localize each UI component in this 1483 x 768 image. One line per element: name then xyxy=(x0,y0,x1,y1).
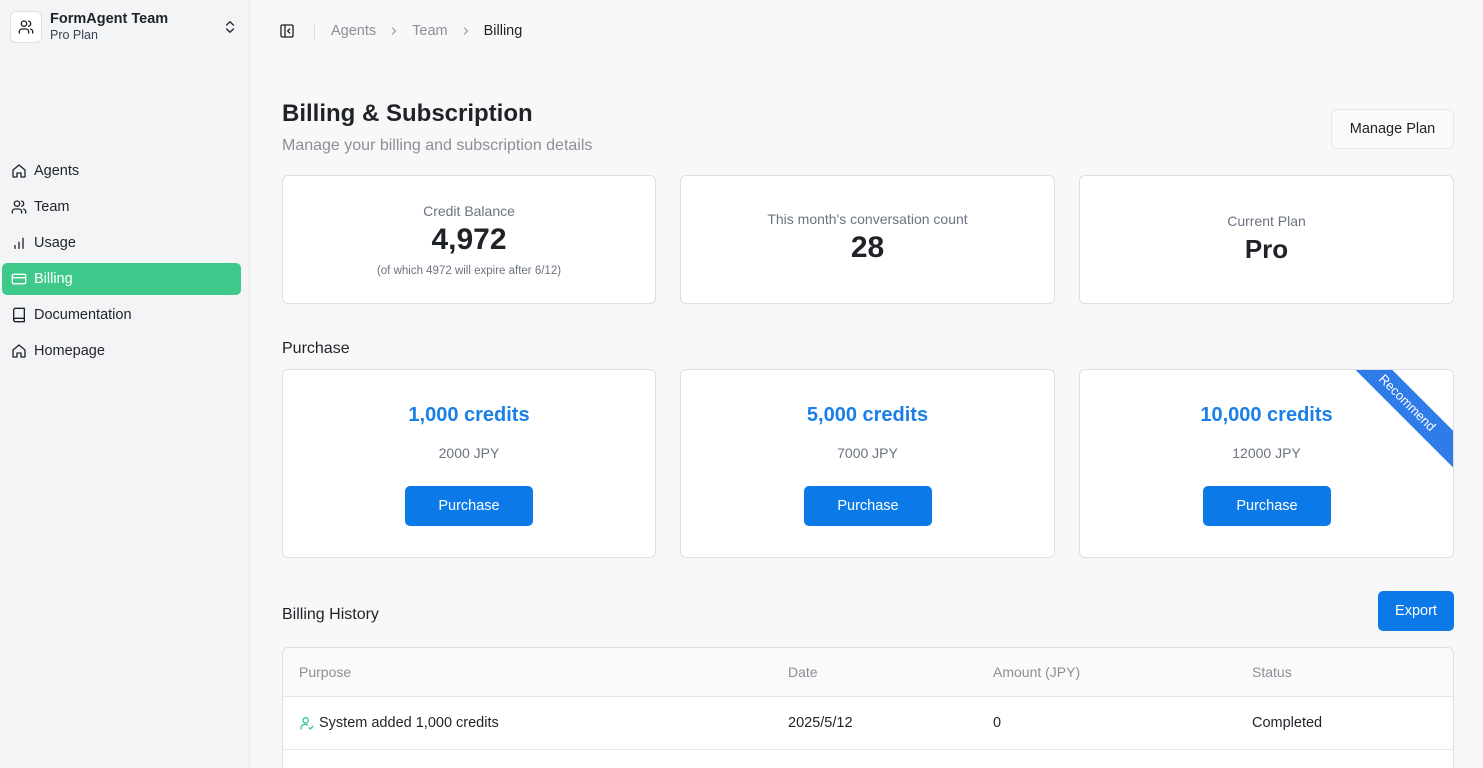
conversation-count-label: This month's conversation count xyxy=(767,211,968,227)
sidebar-item-homepage[interactable]: Homepage xyxy=(2,335,241,367)
package-credits: 1,000 credits xyxy=(408,404,530,426)
sidebar-item-label: Team xyxy=(34,199,70,215)
current-plan-label: Current Plan xyxy=(1227,213,1306,229)
sidebar-item-label: Documentation xyxy=(34,307,132,323)
package-card: 5,000 credits 7000 JPY Purchase xyxy=(680,369,1055,558)
sidebar-item-agents[interactable]: Agents xyxy=(2,155,241,187)
package-credits: 10,000 credits xyxy=(1200,404,1333,426)
package-card: 1,000 credits 2000 JPY Purchase xyxy=(282,369,656,558)
sidebar-item-usage[interactable]: Usage xyxy=(2,227,241,259)
column-header-status: Status xyxy=(1252,664,1292,680)
package-card: Recommend 10,000 credits 12000 JPY Purch… xyxy=(1079,369,1454,558)
breadcrumb-team[interactable]: Team xyxy=(412,23,447,39)
sidebar-item-label: Usage xyxy=(34,235,76,251)
sidebar-item-documentation[interactable]: Documentation xyxy=(2,299,241,331)
package-price: 12000 JPY xyxy=(1232,445,1301,461)
home-icon xyxy=(12,164,26,178)
conversation-count-card: This month's conversation count 28 xyxy=(680,175,1055,304)
bar-chart-icon xyxy=(14,237,24,249)
package-credits: 5,000 credits xyxy=(806,404,929,426)
billing-history-title: Billing History xyxy=(282,606,379,623)
purpose-text: System added 1,000 credits xyxy=(319,715,499,731)
topbar: Agents Team Billing xyxy=(250,0,1483,62)
column-header-date: Date xyxy=(788,664,818,680)
book-icon xyxy=(13,307,25,323)
breadcrumb-billing: Billing xyxy=(483,23,523,39)
purchase-section-title: Purchase xyxy=(282,340,350,357)
current-plan-value: Pro xyxy=(1244,234,1289,264)
cell-status: Completed xyxy=(1252,715,1323,731)
sidebar-item-label: Billing xyxy=(34,271,73,287)
current-plan-card: Current Plan Pro xyxy=(1079,175,1454,304)
cell-purpose: System added 1,000 credits xyxy=(299,715,499,731)
team-plan: Pro Plan xyxy=(50,28,98,43)
sidebar: FormAgent Team Pro Plan Agents Team Usag… xyxy=(0,0,250,768)
credit-balance-value: 4,972 xyxy=(431,223,507,256)
sidebar-item-label: Homepage xyxy=(34,343,105,359)
sidebar-item-billing[interactable]: Billing xyxy=(2,263,241,295)
page-title: Billing & Subscription xyxy=(282,100,533,127)
team-name: FormAgent Team xyxy=(50,10,169,27)
sidebar-toggle-icon[interactable] xyxy=(278,22,296,40)
users-icon xyxy=(11,200,27,214)
conversation-count-value: 28 xyxy=(850,231,885,264)
page-subtitle: Manage your billing and subscription det… xyxy=(282,137,593,154)
package-price: 2000 JPY xyxy=(438,445,500,461)
purchase-button[interactable]: Purchase xyxy=(804,486,932,526)
credit-card-icon xyxy=(11,273,27,285)
manage-plan-button[interactable]: Manage Plan xyxy=(1331,109,1454,149)
divider xyxy=(314,23,315,39)
sidebar-item-team[interactable]: Team xyxy=(2,191,241,223)
export-button[interactable]: Export xyxy=(1378,591,1454,631)
credit-balance-label: Credit Balance xyxy=(423,203,515,219)
cell-date: 2025/5/12 xyxy=(788,715,853,731)
chevron-right-icon xyxy=(460,25,472,37)
billing-history-table: Purpose Date Amount (JPY) Status System … xyxy=(282,647,1454,768)
sidebar-item-label: Agents xyxy=(34,163,80,179)
package-price: 7000 JPY xyxy=(837,445,898,461)
breadcrumb-agents[interactable]: Agents xyxy=(331,23,376,39)
column-header-amount: Amount (JPY) xyxy=(993,664,1081,680)
team-icon xyxy=(10,11,42,43)
credit-balance-card: Credit Balance 4,972 (of which 4972 will… xyxy=(282,175,656,304)
home-icon xyxy=(12,344,26,358)
team-switcher[interactable]: FormAgent Team Pro Plan xyxy=(10,8,240,46)
purchase-button[interactable]: Purchase xyxy=(1203,486,1331,526)
chevron-right-icon xyxy=(388,25,400,37)
chevrons-up-down-icon xyxy=(220,17,240,37)
cell-amount: 0 xyxy=(993,715,1002,731)
purchase-button[interactable]: Purchase xyxy=(405,486,533,526)
table-row xyxy=(283,750,1453,768)
table-row: System added 1,000 credits 2025/5/12 0 C… xyxy=(283,697,1453,750)
sidebar-nav: Agents Team Usage Billing Documentation … xyxy=(2,155,241,371)
column-header-purpose: Purpose xyxy=(299,664,352,680)
user-check-icon xyxy=(300,717,314,730)
table-header: Purpose Date Amount (JPY) Status xyxy=(283,648,1453,697)
credit-expiry-note: (of which 4972 will expire after 6/12) xyxy=(376,265,562,277)
breadcrumb: Agents Team Billing xyxy=(331,23,522,39)
